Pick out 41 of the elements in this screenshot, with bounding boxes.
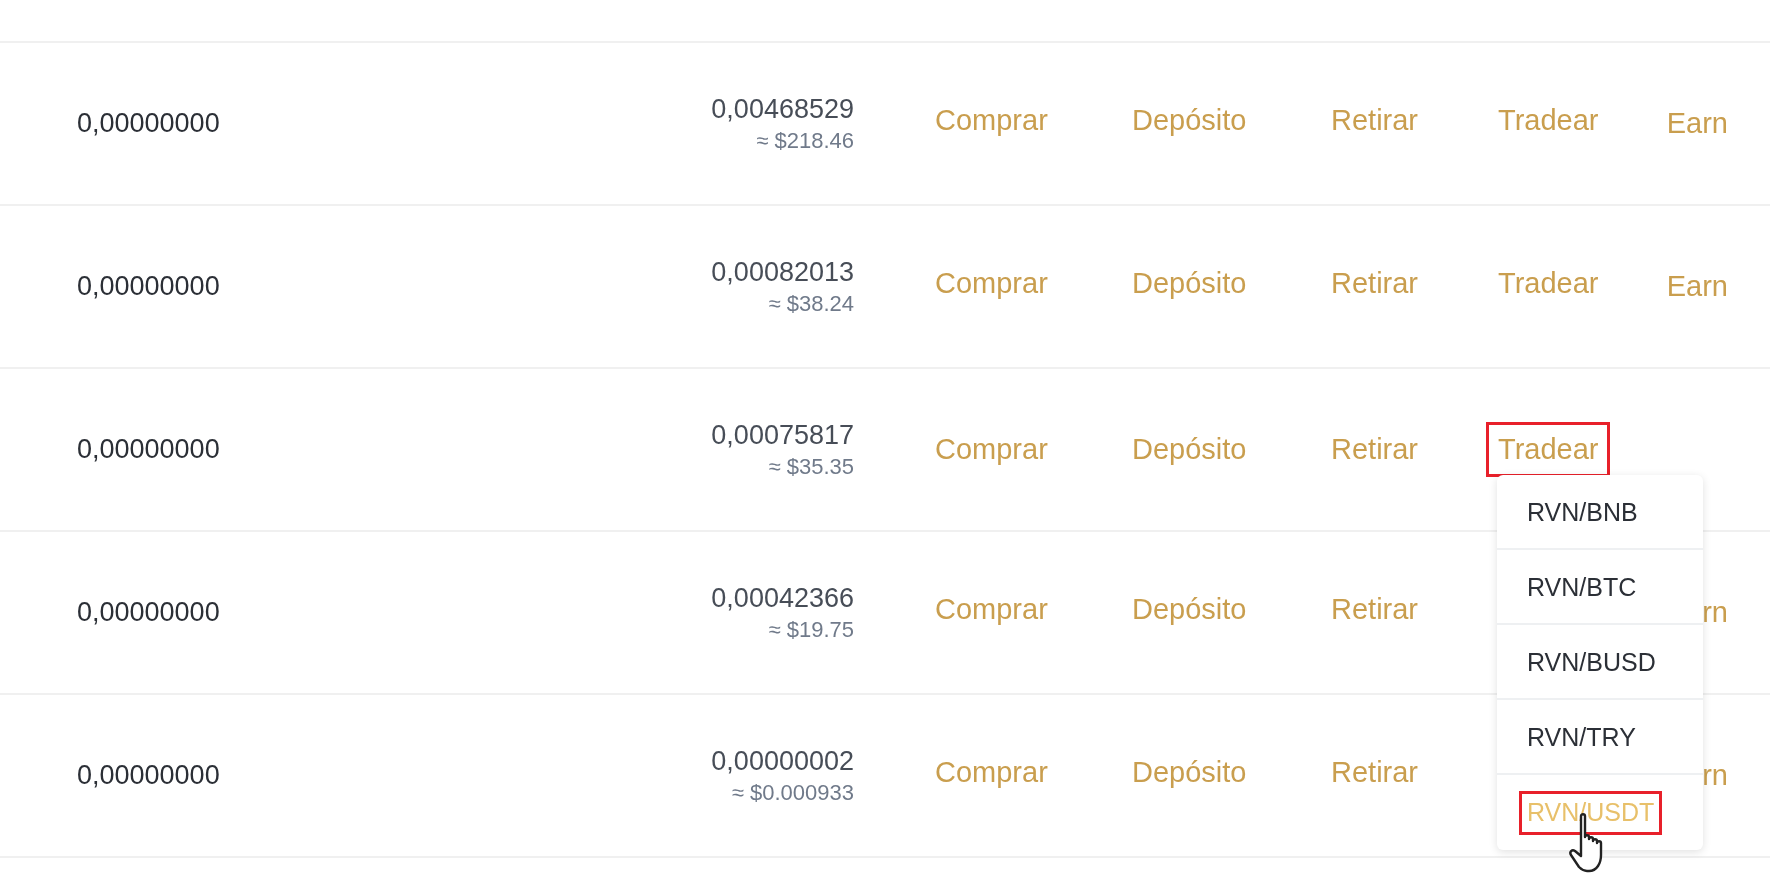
usd-value: ≈ $35.35 (767, 452, 854, 481)
balance-amount: 0,00468529 (710, 92, 854, 126)
balance-amount: 0,00082013 (710, 255, 854, 289)
trading-pair-option[interactable]: RVN/BUSD (1497, 625, 1703, 700)
usd-value: ≈ $19.75 (767, 615, 854, 644)
earn-link[interactable]: Earn (1666, 264, 1728, 309)
available-amount: 0,00000000 (77, 433, 221, 467)
action-link[interactable]: Depósito (1120, 581, 1259, 638)
balance-amount: 0,00000002 (710, 744, 854, 778)
trading-pair-option[interactable]: RVN/USDT (1497, 775, 1703, 850)
action-link[interactable]: Retirar (1319, 581, 1430, 638)
action-link[interactable]: Tradear (1486, 92, 1611, 149)
earn-link[interactable]: Earn (1666, 101, 1728, 146)
action-link[interactable]: Retirar (1319, 421, 1430, 478)
action-link[interactable]: Depósito (1120, 92, 1259, 149)
action-link[interactable]: Retirar (1319, 744, 1430, 801)
action-link[interactable]: Comprar (923, 255, 1060, 312)
trading-pair-option[interactable]: RVN/BNB (1497, 475, 1703, 550)
action-link[interactable]: Depósito (1120, 744, 1259, 801)
action-link[interactable]: Depósito (1120, 421, 1259, 478)
trading-pair-option[interactable]: RVN/TRY (1497, 700, 1703, 775)
available-amount: 0,00000000 (77, 596, 221, 630)
available-amount: 0,00000000 (77, 759, 221, 793)
available-amount: 0,00000000 (77, 107, 221, 141)
usd-value: ≈ $0.000933 (730, 778, 854, 807)
available-amount: 0,00000000 (77, 270, 221, 304)
balance-amount: 0,00042366 (710, 581, 854, 615)
usd-value: ≈ $218.46 (755, 126, 854, 155)
action-link[interactable]: Tradear (1486, 255, 1611, 312)
action-link[interactable]: Retirar (1319, 255, 1430, 312)
balance-amount: 0,00075817 (710, 418, 854, 452)
trading-pair-option[interactable]: RVN/BTC (1497, 550, 1703, 625)
action-link[interactable]: Comprar (923, 744, 1060, 801)
action-link[interactable]: Comprar (923, 421, 1060, 478)
action-link[interactable]: Retirar (1319, 92, 1430, 149)
action-link[interactable]: Depósito (1120, 255, 1259, 312)
earn-link[interactable]: rn (1702, 753, 1728, 798)
action-link[interactable]: Comprar (923, 92, 1060, 149)
usd-value: ≈ $38.24 (767, 289, 854, 318)
action-link[interactable]: Comprar (923, 581, 1060, 638)
earn-link[interactable]: rn (1702, 590, 1728, 635)
